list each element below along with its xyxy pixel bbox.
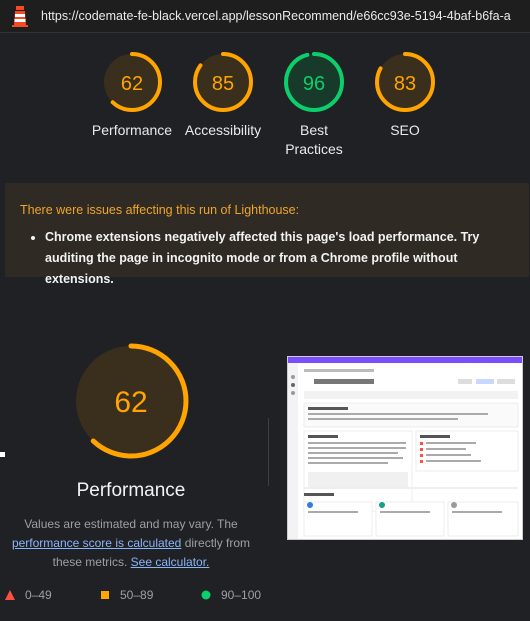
circle-icon bbox=[201, 590, 211, 600]
warning-box: There were issues affecting this run of … bbox=[5, 183, 529, 286]
gauge-best-practices[interactable]: 96 Best Practices bbox=[269, 50, 359, 159]
legend-range: 50–89 bbox=[120, 588, 154, 602]
triangle-icon bbox=[5, 590, 15, 600]
gauge-label: Best Practices bbox=[285, 122, 343, 157]
page-thumbnail-image bbox=[288, 357, 522, 539]
gauge-ring: 62 bbox=[102, 52, 162, 112]
performance-title: Performance bbox=[76, 480, 186, 501]
address-bar: https://codemate-fe-black.vercel.app/les… bbox=[0, 0, 530, 33]
final-screenshot-thumbnail[interactable] bbox=[287, 356, 523, 540]
svg-text:62: 62 bbox=[121, 73, 143, 95]
warning-item: Chrome extensions negatively affected th… bbox=[45, 227, 515, 290]
gauge-ring: 83 bbox=[375, 52, 435, 112]
edge-marker bbox=[0, 452, 5, 457]
svg-text:83: 83 bbox=[394, 73, 416, 95]
legend-average: 50–89 bbox=[100, 588, 153, 602]
page-url[interactable]: https://codemate-fe-black.vercel.app/les… bbox=[41, 9, 511, 23]
divider bbox=[268, 418, 269, 486]
lighthouse-icon bbox=[10, 5, 30, 27]
warning-list: Chrome extensions negatively affected th… bbox=[45, 227, 515, 290]
square-icon bbox=[101, 591, 109, 599]
gauge-label: Accessibility bbox=[184, 122, 262, 138]
see-calculator-link[interactable]: See calculator. bbox=[131, 555, 210, 569]
score-legend: 0–49 50–89 90–100 bbox=[0, 588, 280, 604]
gauge-accessibility[interactable]: 85 Accessibility bbox=[178, 50, 268, 140]
legend-pass: 90–100 bbox=[201, 588, 261, 602]
gauge-label: SEO bbox=[390, 122, 420, 138]
legend-fail: 0–49 bbox=[5, 588, 52, 602]
legend-range: 0–49 bbox=[25, 588, 52, 602]
svg-text:96: 96 bbox=[303, 73, 325, 95]
legend-range: 90–100 bbox=[221, 588, 262, 602]
score-calculated-link[interactable]: performance score is calculated bbox=[12, 536, 181, 550]
note-text: Values are estimated and may vary. The bbox=[24, 517, 238, 531]
performance-note: Values are estimated and may vary. The p… bbox=[0, 515, 262, 572]
gauge-label: Performance bbox=[91, 122, 173, 138]
performance-gauge-large: 62 bbox=[73, 343, 189, 459]
category-gauges: 62 Performance 85 Accessibility 96 Best P… bbox=[85, 50, 465, 170]
svg-text:85: 85 bbox=[212, 73, 234, 95]
gauge-seo[interactable]: 83 SEO bbox=[360, 50, 450, 140]
warning-title: There were issues affecting this run of … bbox=[20, 203, 300, 217]
gauge-ring: 96 bbox=[284, 52, 344, 112]
gauge-ring: 85 bbox=[193, 52, 253, 112]
svg-text:62: 62 bbox=[114, 386, 147, 419]
gauge-performance[interactable]: 62 Performance bbox=[87, 50, 177, 140]
